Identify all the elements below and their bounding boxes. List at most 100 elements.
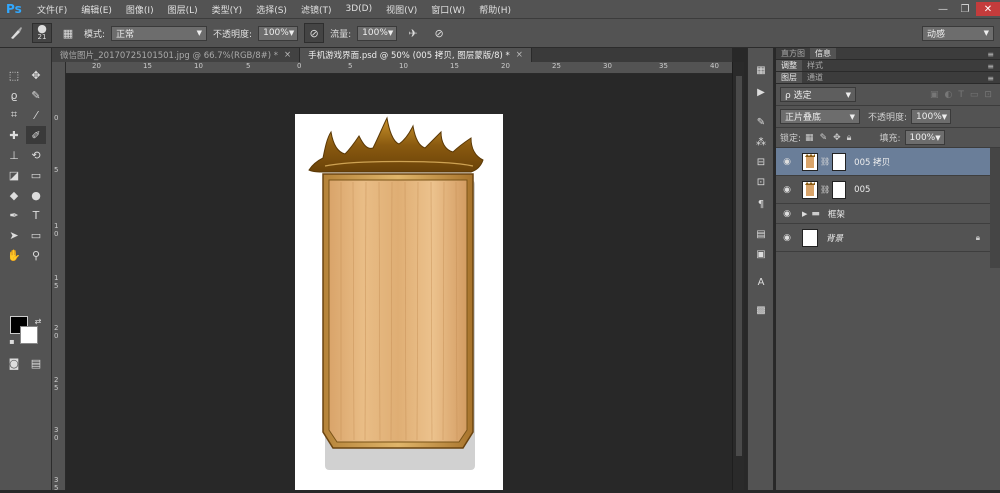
layer-row[interactable]: ◉ ⛓ 005 xyxy=(776,176,990,204)
tab-layers[interactable]: 图层 xyxy=(776,72,802,83)
type-filter-icon[interactable]: T xyxy=(958,90,964,100)
opacity-field[interactable]: 100% ▼ xyxy=(258,25,299,41)
pressure-size-icon[interactable]: ⊘ xyxy=(429,23,449,43)
close-icon[interactable]: × xyxy=(516,50,523,60)
layer-mask-thumbnail[interactable] xyxy=(832,180,847,199)
swatches-panel-icon[interactable]: ▩ xyxy=(752,302,770,318)
visibility-eye-icon[interactable]: ◉ xyxy=(780,185,794,195)
chain-link-icon[interactable]: ⛓ xyxy=(820,185,830,194)
path-select-tool-icon[interactable]: ➤ xyxy=(4,226,24,244)
menu-type[interactable]: 类型(Y) xyxy=(205,3,250,16)
menu-filter[interactable]: 滤镜(T) xyxy=(294,3,339,16)
minimize-button[interactable]: — xyxy=(932,2,954,16)
brush-panel-icon[interactable]: ▦ xyxy=(58,23,78,43)
swap-colors-icon[interactable]: ⇄ xyxy=(28,312,48,330)
menu-layer[interactable]: 图层(L) xyxy=(161,3,205,16)
panel-menu-icon[interactable]: ≡ xyxy=(987,74,994,83)
blend-mode-select[interactable]: 正片叠底 ▼ xyxy=(780,109,860,124)
layer-opacity-field[interactable]: 100% ▼ xyxy=(911,109,952,124)
quick-select-tool-icon[interactable]: ✎ xyxy=(26,86,46,104)
layer-row[interactable]: ◉ 背景 🔒︎ xyxy=(776,224,990,252)
eraser-tool-icon[interactable]: ◪ xyxy=(4,166,24,184)
gradient-tool-icon[interactable]: ▭ xyxy=(26,166,46,184)
brush-preset-picker[interactable]: ● 21 xyxy=(32,23,52,43)
visibility-eye-icon[interactable]: ◉ xyxy=(780,209,794,219)
workspace-select[interactable]: 动感 ▼ xyxy=(922,25,994,41)
healing-tool-icon[interactable]: ✚ xyxy=(4,126,24,144)
tab-document-1[interactable]: 微信图片_20170725101501.jpg @ 66.7%(RGB/8#) … xyxy=(52,48,301,62)
panel-menu-icon[interactable]: ≡ xyxy=(987,50,994,59)
marquee-tool-icon[interactable]: ⬚ xyxy=(4,66,24,84)
brush-presets-icon[interactable]: ⁂ xyxy=(752,134,770,150)
menu-file[interactable]: 文件(F) xyxy=(30,3,74,16)
actions-panel-icon[interactable]: ▶ xyxy=(752,84,770,100)
scrollbar-thumb[interactable] xyxy=(736,76,742,456)
history-panel-icon[interactable]: ▦ xyxy=(752,62,770,78)
canvas-vertical-scrollbar[interactable] xyxy=(732,62,744,490)
quick-mask-icon[interactable]: ◙ xyxy=(4,354,24,372)
tab-channels[interactable]: 通道 xyxy=(802,72,828,83)
hand-tool-icon[interactable]: ✋ xyxy=(4,246,24,264)
lock-transparent-icon[interactable]: ▦ xyxy=(805,133,814,143)
tab-adjustments[interactable]: 调整 xyxy=(776,60,802,71)
layer-filter-select[interactable]: ρ 选定 ▼ xyxy=(780,87,856,102)
expand-arrow-icon[interactable]: ▶ xyxy=(802,210,807,218)
history-brush-icon[interactable]: ⟲ xyxy=(26,146,46,164)
lock-position-icon[interactable]: ✥ xyxy=(833,133,841,143)
mode-select[interactable]: 正常 ▼ xyxy=(111,25,208,41)
restore-button[interactable]: ❐ xyxy=(954,2,976,16)
pen-tool-icon[interactable]: ✒ xyxy=(4,206,24,224)
smart-filter-icon[interactable]: ⊡ xyxy=(984,90,992,100)
adjust-filter-icon[interactable]: ◐ xyxy=(945,90,953,100)
tool-presets-icon[interactable]: ⊡ xyxy=(752,174,770,190)
lock-all-icon[interactable]: 🔒︎ xyxy=(847,133,852,143)
eyedropper-tool-icon[interactable]: ⁄ xyxy=(26,106,46,124)
shape-tool-icon[interactable]: ▭ xyxy=(26,226,46,244)
brush-tool-icon[interactable]: ✐ xyxy=(26,126,46,144)
move-tool-icon[interactable]: ✥ xyxy=(26,66,46,84)
layers-scrollbar[interactable] xyxy=(990,148,1000,268)
fill-field[interactable]: 100% ▼ xyxy=(904,130,945,145)
screen-mode-icon[interactable]: ▤ xyxy=(26,354,46,372)
clone-source-icon[interactable]: ⊟ xyxy=(752,154,770,170)
tab-histogram[interactable]: 直方图 xyxy=(776,48,810,59)
brush-tool-icon[interactable] xyxy=(6,23,26,43)
zoom-tool-icon[interactable]: ⚲ xyxy=(26,246,46,264)
properties-panel-icon[interactable]: ▤ xyxy=(752,226,770,242)
menu-3d[interactable]: 3D(D) xyxy=(338,4,379,14)
type-tool-icon[interactable]: T xyxy=(26,206,46,224)
crop-tool-icon[interactable]: ⌗ xyxy=(4,106,24,124)
menu-image[interactable]: 图像(I) xyxy=(119,3,161,16)
layer-group-row[interactable]: ◉ ▶ ▬ 框架 xyxy=(776,204,990,224)
airbrush-icon[interactable]: ✈ xyxy=(403,23,423,43)
menu-window[interactable]: 窗口(W) xyxy=(424,3,472,16)
flow-field[interactable]: 100% ▼ xyxy=(357,25,398,41)
menu-edit[interactable]: 编辑(E) xyxy=(74,3,119,16)
visibility-eye-icon[interactable]: ◉ xyxy=(780,157,794,167)
menu-select[interactable]: 选择(S) xyxy=(249,3,294,16)
pressure-opacity-icon[interactable]: ⊘ xyxy=(304,23,325,43)
character-panel-icon[interactable]: A xyxy=(752,274,770,290)
lock-pixels-icon[interactable]: ✎ xyxy=(820,133,828,143)
layer-row[interactable]: ◉ ⛓ 005 拷贝 xyxy=(776,148,990,176)
tab-document-2[interactable]: 手机游戏界面.psd @ 50% (005 拷贝, 图层蒙版/8) * × xyxy=(300,48,532,62)
blur-tool-icon[interactable]: ◆ xyxy=(4,186,24,204)
tab-info[interactable]: 信息 xyxy=(810,48,836,59)
dodge-tool-icon[interactable]: ● xyxy=(26,186,46,204)
notes-panel-icon[interactable]: ▣ xyxy=(752,246,770,262)
paragraph-panel-icon[interactable]: ¶ xyxy=(752,196,770,212)
close-button[interactable]: ✕ xyxy=(976,2,1000,16)
document-canvas[interactable] xyxy=(295,114,503,490)
tab-styles[interactable]: 样式 xyxy=(802,60,828,71)
chain-link-icon[interactable]: ⛓ xyxy=(820,157,830,166)
lasso-tool-icon[interactable]: ϱ xyxy=(4,86,24,104)
default-colors-icon[interactable]: ▪ xyxy=(2,332,22,350)
stamp-tool-icon[interactable]: ⊥ xyxy=(4,146,24,164)
image-filter-icon[interactable]: ▣ xyxy=(930,90,939,100)
visibility-eye-icon[interactable]: ◉ xyxy=(780,233,794,243)
panel-menu-icon[interactable]: ≡ xyxy=(987,62,994,71)
layer-mask-thumbnail[interactable] xyxy=(832,152,847,171)
shape-filter-icon[interactable]: ▭ xyxy=(970,90,979,100)
canvas-area[interactable] xyxy=(66,74,732,490)
brush-settings-icon[interactable]: ✎ xyxy=(752,114,770,130)
